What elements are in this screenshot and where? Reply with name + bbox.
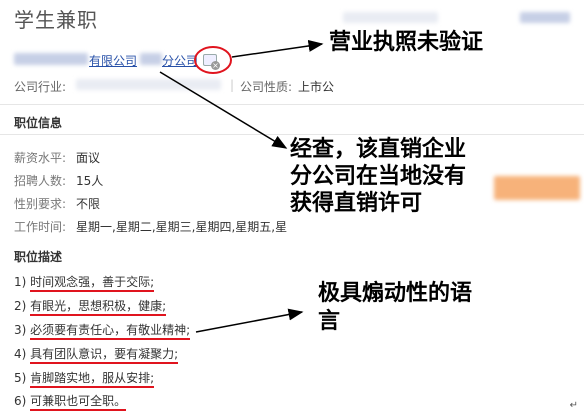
direct-sales-arrow [159, 71, 288, 149]
annotation-language: 极具煽动性的语言 [318, 281, 473, 334]
annotation-direct-sales: 经查，该直销企业分公司在当地没有获得直销许可 [290, 137, 467, 216]
annotation-license: 营业执照未验证 [329, 30, 484, 55]
license-arrow [231, 39, 324, 58]
footer-mark: ↵ [569, 400, 578, 411]
language-arrow [195, 308, 304, 333]
license-highlight-circle [194, 46, 232, 74]
